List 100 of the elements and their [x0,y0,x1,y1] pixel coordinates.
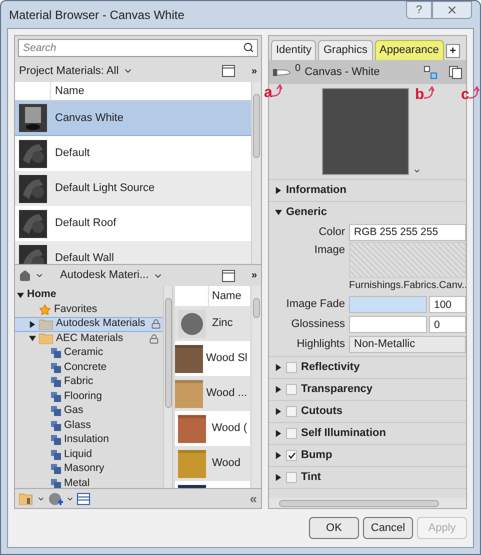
folder-icon[interactable] [19,492,34,504]
tree-item[interactable]: Glass [15,418,163,433]
value-field[interactable]: 0 [429,316,466,333]
duplicate-icon[interactable] [449,66,462,78]
scrollbar[interactable] [251,82,261,264]
category-icon [51,450,61,460]
expand-icon[interactable] [275,452,282,459]
caret-icon[interactable] [413,167,421,175]
editor-tab[interactable]: Identity [271,40,316,60]
section-title[interactable]: Transparency [301,381,373,398]
category-icon [51,362,61,373]
tree-item[interactable]: AEC Materials [15,332,163,346]
horizontal-scrollbar[interactable] [269,498,466,508]
material-name: Default [54,146,91,162]
material-row[interactable]: Default Light Source [15,171,251,206]
tree-item[interactable]: Gas [15,404,163,418]
section-title[interactable]: Bump [301,447,332,464]
checkbox[interactable] [286,428,297,439]
expand-icon[interactable] [275,187,282,194]
collapse-icon[interactable] [17,292,24,299]
tree-item[interactable]: Concrete [15,360,163,375]
tree-item[interactable]: Flooring [15,390,163,404]
collapse-icon[interactable] [29,335,36,342]
home-icon[interactable] [19,270,31,282]
tree-label: Metal [64,476,90,488]
view-toggle-icon[interactable] [222,270,236,282]
filter-dropdown[interactable]: Project Materials: All [19,62,133,80]
expand-icon[interactable] [275,474,282,481]
tree-item[interactable]: Masonry [15,462,163,476]
library-dropdown[interactable]: Autodesk Materi... [60,267,163,284]
checkbox[interactable] [286,362,297,373]
globe-add-icon[interactable] [48,492,63,506]
category-icon [51,435,61,446]
help-button[interactable]: ? [406,1,432,19]
close-button[interactable] [432,1,472,19]
image-caption: Furnishings.Fabrics.Canv.. [349,279,466,293]
more-button[interactable]: » [251,268,257,283]
section-title[interactable]: Generic [286,204,327,221]
tree-item[interactable]: Fabric [15,375,163,390]
asset-name: Canvas - White [304,64,380,80]
tree-label: Favorites [54,302,98,317]
expand-icon[interactable] [275,430,282,437]
tree-label: Liquid [64,446,92,462]
checkbox[interactable] [286,384,297,395]
annotation-letter: a [264,85,272,100]
editor-tab[interactable]: Appearance [374,40,444,60]
tree-item[interactable]: Favorites [15,302,163,317]
list-view-icon[interactable] [77,492,90,504]
section-title[interactable]: Reflectivity [301,359,360,376]
expand-icon[interactable] [29,320,36,328]
collapse-icon[interactable] [275,209,282,216]
editor-tab[interactable]: Graphics [318,40,372,60]
view-toggle-icon[interactable] [222,65,236,77]
tree-label: Concrete [64,360,107,375]
add-tab-button[interactable]: + [446,44,460,58]
material-name: Default Light Source [54,181,156,196]
section-title[interactable]: Cutouts [301,403,343,420]
tree-item[interactable]: Autodesk Materials [15,317,163,332]
material-row[interactable]: Canvas White [15,101,251,136]
scrollbar[interactable] [163,286,173,488]
property-label: Glossiness [290,317,346,332]
material-thumbnail [19,140,47,168]
search-field[interactable]: Search [18,39,258,57]
material-row[interactable]: Default Wall [15,241,251,264]
dialog-button[interactable]: OK [309,517,359,539]
tree-item[interactable]: Ceramic [15,346,163,360]
expand-icon[interactable] [275,364,282,371]
section-title[interactable]: Information [286,182,346,199]
tree-item[interactable]: Liquid [15,448,163,462]
material-thumbnail [19,210,47,238]
material-thumbnail [19,174,47,202]
tree-item[interactable]: Metal [15,476,163,488]
tree-item[interactable]: Home [15,288,163,302]
tree-label: Flooring [64,388,102,404]
value-field[interactable]: 100 [429,296,466,313]
more-button[interactable]: » [251,64,257,78]
color-field[interactable]: RGB 255 255 255 [349,224,466,240]
material-name: Default Roof [54,216,118,232]
category-icon [51,348,61,358]
expand-icon[interactable] [275,386,282,393]
highlights-dropdown[interactable]: Non-Metallic [349,336,466,353]
checkbox[interactable] [286,406,297,417]
caret-icon[interactable] [35,271,44,280]
hand-icon[interactable] [273,67,291,77]
tree-item[interactable]: Insulation [15,433,163,448]
search-icon[interactable] [243,42,254,53]
slider-track[interactable] [349,316,427,333]
replace-asset-icon[interactable] [424,66,437,78]
scrollbar[interactable] [252,286,261,488]
material-name[interactable]: Zinc [209,315,236,332]
category-icon [51,464,61,474]
column-header[interactable]: Name [51,82,88,100]
dialog-button[interactable]: Cancel [363,517,413,539]
expand-icon[interactable] [275,408,282,415]
annotation-letter: c [461,87,470,102]
collapse-panel-button[interactable]: « [250,488,257,508]
section-title[interactable]: Tint [301,469,321,486]
checkbox[interactable] [286,450,297,461]
section-title[interactable]: Self Illumination [301,425,386,442]
checkbox[interactable] [286,472,297,483]
